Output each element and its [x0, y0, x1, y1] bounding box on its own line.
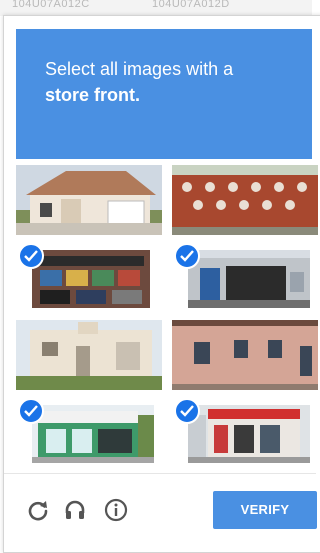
background-code: 104U07A012D [152, 0, 230, 10]
selected-check-icon [174, 398, 200, 424]
tile-image-pink-building [172, 320, 318, 390]
headphones-icon[interactable] [63, 498, 87, 522]
selected-check-icon [18, 243, 44, 269]
tile-image-blue-building [188, 250, 310, 308]
selected-check-icon [18, 398, 44, 424]
reload-icon[interactable] [26, 498, 50, 522]
tile-image-house [16, 165, 162, 235]
tile-image-brick-wall [172, 165, 318, 235]
tile-image-green-store [32, 405, 154, 463]
verify-button[interactable]: VERIFY [213, 491, 317, 529]
tile-image-store-posters [32, 250, 150, 308]
footer-divider [4, 473, 316, 474]
tile-image-apartment [16, 320, 162, 390]
tile-image-red-bank [188, 405, 310, 463]
prompt-text: Select all images with a [45, 59, 234, 79]
challenge-header: Select all images with a store front. [16, 29, 312, 159]
background-code: 104U07A012C [12, 0, 90, 10]
background-strip: 104U07A012C 104U07A012D [0, 0, 312, 16]
prompt-target: store front. [45, 85, 141, 105]
selected-check-icon [174, 243, 200, 269]
info-icon[interactable] [104, 498, 128, 522]
